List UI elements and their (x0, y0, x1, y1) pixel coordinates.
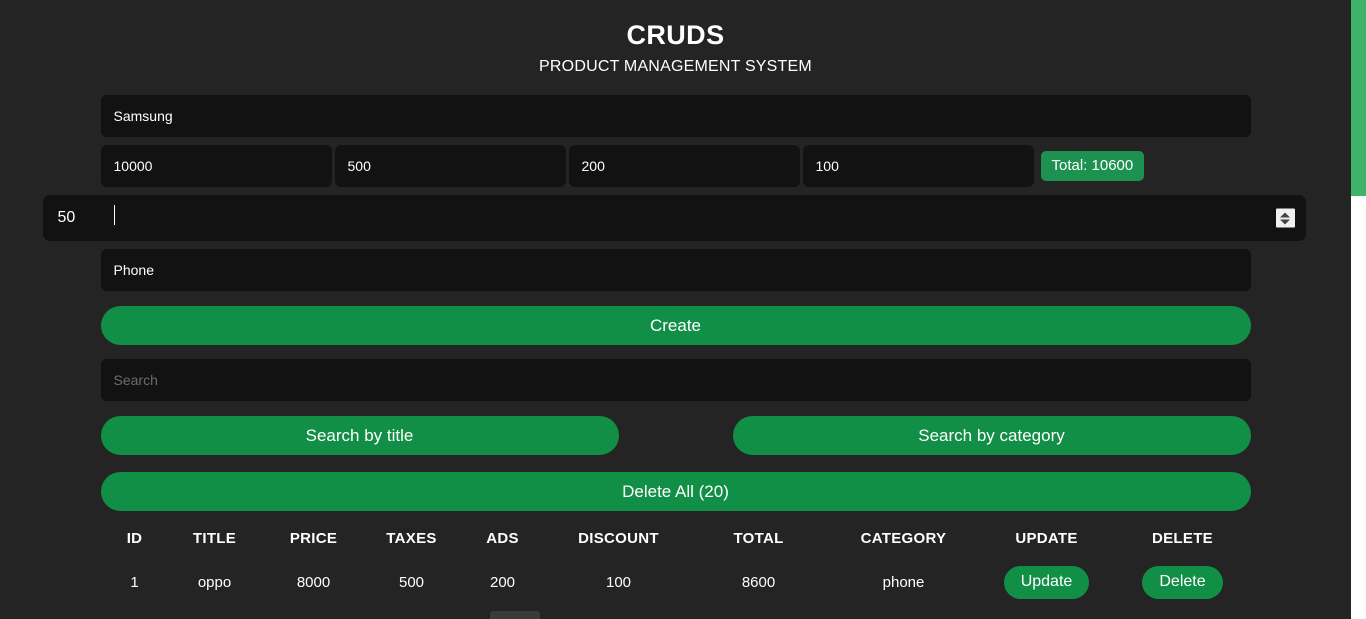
table-row: 1 oppo 8000 500 200 100 8600 phone Updat… (101, 557, 1251, 608)
category-field-wrapper (100, 249, 1251, 292)
count-field-wrapper (42, 195, 1306, 242)
delete-all-button[interactable]: Delete All (20) (100, 472, 1251, 512)
col-title: TITLE (192, 530, 237, 548)
search-buttons-row: Search by title Search by category (100, 416, 1251, 456)
total-badge: Total: 10600 (1040, 151, 1145, 182)
stepper-down-icon[interactable] (1280, 219, 1290, 225)
col-delete: DELETE (1152, 530, 1213, 548)
col-discount: DISCOUNT (578, 530, 659, 548)
price-input[interactable] (100, 145, 332, 188)
product-form: Total: 10600 Create Search by title Sear… (42, 76, 1306, 512)
page-title: CRUDS (626, 20, 725, 50)
cell-ads: 200 (489, 574, 516, 592)
search-field-wrapper (100, 359, 1251, 402)
update-button[interactable]: Update (1003, 566, 1090, 599)
search-by-title-button[interactable]: Search by title (100, 416, 619, 456)
col-ads: ADS (486, 530, 519, 548)
cell-id: 1 (130, 574, 139, 592)
products-table-wrapper: ID TITLE PRICE TAXES ADS DISCOUNT TOTAL … (101, 524, 1251, 608)
ads-cell (568, 145, 803, 188)
cell-delete: Delete (1115, 557, 1251, 608)
stepper-up-icon[interactable] (1280, 212, 1290, 218)
table-header-row: ID TITLE PRICE TAXES ADS DISCOUNT TOTAL … (101, 524, 1251, 557)
col-id: ID (126, 530, 143, 548)
price-cell (100, 145, 335, 188)
col-category: CATEGORY (860, 530, 947, 548)
table-head: ID TITLE PRICE TAXES ADS DISCOUNT TOTAL … (101, 524, 1251, 557)
page-scrollbar[interactable] (1351, 0, 1366, 619)
cell-update: Update (979, 557, 1115, 608)
category-input[interactable] (100, 249, 1251, 292)
page-subtitle: PRODUCT MANAGEMENT SYSTEM (539, 58, 812, 76)
page-viewport: CRUDS PRODUCT MANAGEMENT SYSTEM Total: 1… (0, 0, 1351, 619)
search-by-category-button[interactable]: Search by category (732, 416, 1251, 456)
col-price: PRICE (289, 530, 338, 548)
count-input[interactable] (42, 195, 1306, 242)
cell-price: 8000 (296, 574, 331, 592)
ads-input[interactable] (568, 145, 800, 188)
page-header: CRUDS PRODUCT MANAGEMENT SYSTEM (0, 0, 1351, 76)
table-body: 1 oppo 8000 500 200 100 8600 phone Updat… (101, 557, 1251, 608)
title-input[interactable] (100, 95, 1251, 138)
col-update: UPDATE (1015, 530, 1078, 548)
cell-discount: 100 (605, 574, 632, 592)
text-caret (113, 205, 115, 226)
cell-category: phone (882, 574, 925, 592)
scrollbar-thumb[interactable] (1351, 0, 1366, 196)
discount-input[interactable] (802, 145, 1034, 188)
delete-button[interactable]: Delete (1142, 566, 1223, 599)
cell-taxes: 500 (398, 574, 425, 592)
col-total: TOTAL (733, 530, 784, 548)
products-table: ID TITLE PRICE TAXES ADS DISCOUNT TOTAL … (101, 524, 1251, 608)
cell-total: 8600 (741, 574, 776, 592)
cell-title: oppo (197, 574, 232, 592)
discount-cell (802, 145, 1037, 188)
taxes-input[interactable] (334, 145, 566, 188)
taxes-cell (334, 145, 569, 188)
col-taxes: TAXES (386, 530, 437, 548)
create-button[interactable]: Create (100, 306, 1251, 346)
search-input[interactable] (100, 359, 1251, 402)
next-row-edge (490, 611, 540, 619)
app-root: CRUDS PRODUCT MANAGEMENT SYSTEM Total: 1… (0, 0, 1366, 619)
number-stepper[interactable] (1275, 208, 1295, 228)
numeric-fields-row: Total: 10600 (100, 145, 1251, 188)
